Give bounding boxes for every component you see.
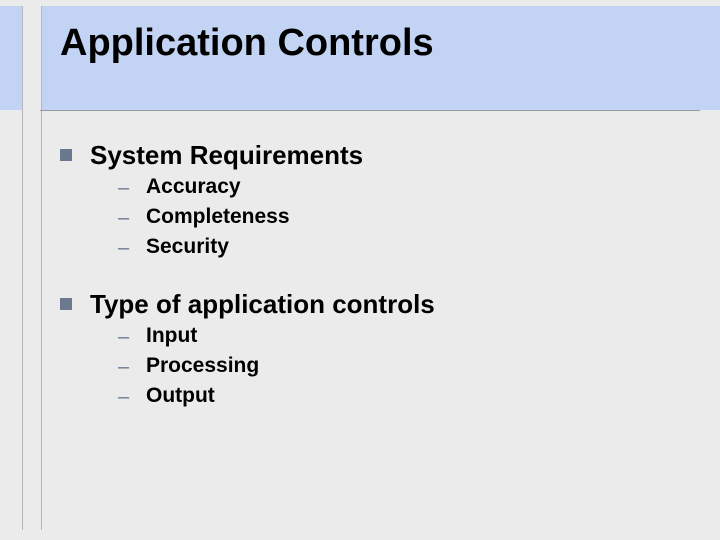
sub-item-label: Input [146, 324, 197, 348]
list-item: System Requirements [60, 140, 680, 171]
dash-bullet-icon: – [118, 235, 132, 261]
slide-title: Application Controls [60, 22, 434, 65]
dash-bullet-icon: – [118, 354, 132, 380]
title-rule [40, 110, 700, 111]
list-item: – Processing [118, 354, 680, 380]
sub-item-label: Accuracy [146, 175, 241, 199]
square-bullet-icon [60, 149, 72, 161]
section-heading: System Requirements [90, 140, 363, 171]
list-item: – Input [118, 324, 680, 350]
sub-item-label: Output [146, 384, 215, 408]
dash-bullet-icon: – [118, 384, 132, 410]
dash-bullet-icon: – [118, 175, 132, 201]
list-item: Type of application controls [60, 289, 680, 320]
square-bullet-icon [60, 298, 72, 310]
list-item: – Completeness [118, 205, 680, 231]
sub-item-label: Completeness [146, 205, 290, 229]
sub-item-label: Processing [146, 354, 259, 378]
slide-content: System Requirements – Accuracy – Complet… [60, 130, 680, 414]
dash-bullet-icon: – [118, 205, 132, 231]
section-heading: Type of application controls [90, 289, 435, 320]
sub-item-label: Security [146, 235, 229, 259]
left-accent-bar [22, 6, 42, 530]
list-item: – Output [118, 384, 680, 410]
slide: Application Controls System Requirements… [0, 0, 720, 540]
dash-bullet-icon: – [118, 324, 132, 350]
list-item: – Accuracy [118, 175, 680, 201]
list-item: – Security [118, 235, 680, 261]
